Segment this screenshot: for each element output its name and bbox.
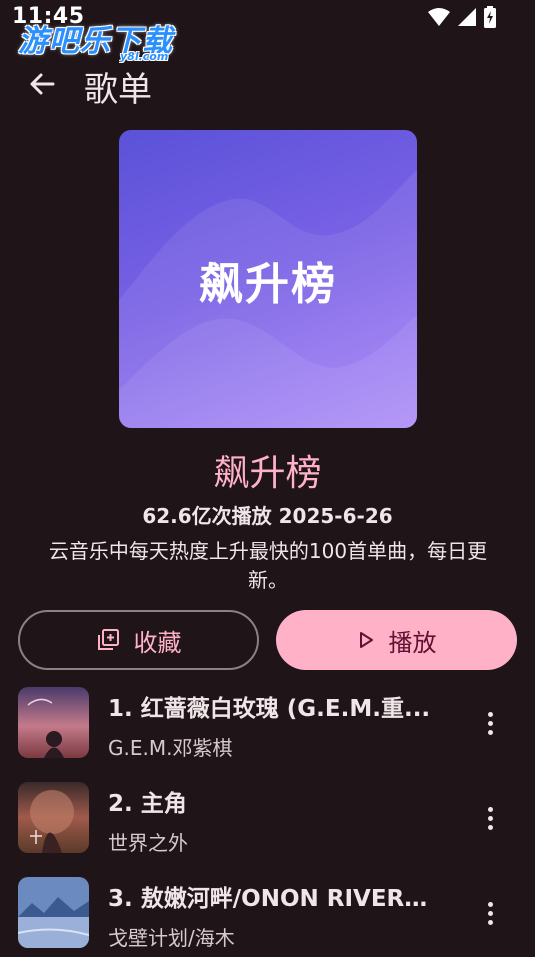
song-artist: G.E.M.邓紫棋 bbox=[108, 736, 233, 760]
more-options-button[interactable] bbox=[474, 705, 506, 741]
status-icons bbox=[427, 6, 497, 28]
cover-title: 飙升榜 bbox=[199, 259, 337, 310]
playlist-title: 飙升榜 bbox=[213, 453, 322, 494]
top-app-bar: 歌单 bbox=[0, 56, 535, 112]
play-icon bbox=[359, 632, 373, 648]
song-cover-art bbox=[18, 877, 89, 948]
more-vert-icon bbox=[487, 806, 493, 812]
song-cover bbox=[18, 687, 89, 758]
more-options-button[interactable] bbox=[474, 800, 506, 836]
playlist-cover: 飙升榜 bbox=[119, 130, 417, 428]
song-artist: 戈壁计划/海木 bbox=[108, 926, 235, 950]
battery-icon bbox=[484, 6, 496, 28]
song-artist: 世界之外 bbox=[108, 831, 188, 855]
collect-label: 收藏 bbox=[133, 628, 182, 657]
play-all-button[interactable]: 播放 bbox=[276, 610, 517, 670]
signal-icon bbox=[458, 8, 476, 26]
song-cover-art bbox=[18, 782, 89, 853]
back-button[interactable] bbox=[22, 64, 62, 104]
song-title: 1. 红蔷薇白玫瑰 (G.E.M.重... bbox=[108, 696, 431, 722]
song-cover-art bbox=[18, 687, 89, 758]
arrow-back-icon bbox=[30, 73, 55, 95]
play-count-date: 62.6亿次播放 2025-6-26 bbox=[142, 504, 393, 528]
wifi-icon bbox=[428, 8, 450, 26]
song-list-item[interactable]: 2. 主角 世界之外 bbox=[0, 782, 535, 862]
song-cover bbox=[18, 877, 89, 948]
playlist-description: 云音乐中每天热度上升最快的100首单曲，每日更新。 bbox=[48, 539, 488, 592]
play-label: 播放 bbox=[388, 628, 437, 657]
collect-button[interactable]: 收藏 bbox=[18, 610, 259, 670]
page-title: 歌单 bbox=[84, 70, 152, 110]
more-vert-icon bbox=[487, 711, 493, 717]
more-vert-icon bbox=[487, 901, 493, 907]
song-title: 3. 敖嫩河畔/ONON RIVERSI... bbox=[108, 886, 438, 912]
song-cover bbox=[18, 782, 89, 853]
library-add-icon bbox=[97, 629, 119, 650]
song-title: 2. 主角 bbox=[108, 791, 187, 817]
more-options-button[interactable] bbox=[474, 895, 506, 931]
song-list-item[interactable]: 1. 红蔷薇白玫瑰 (G.E.M.重... G.E.M.邓紫棋 bbox=[0, 687, 535, 767]
song-list-item[interactable]: 3. 敖嫩河畔/ONON RIVERSI... 戈壁计划/海木 bbox=[0, 877, 535, 957]
